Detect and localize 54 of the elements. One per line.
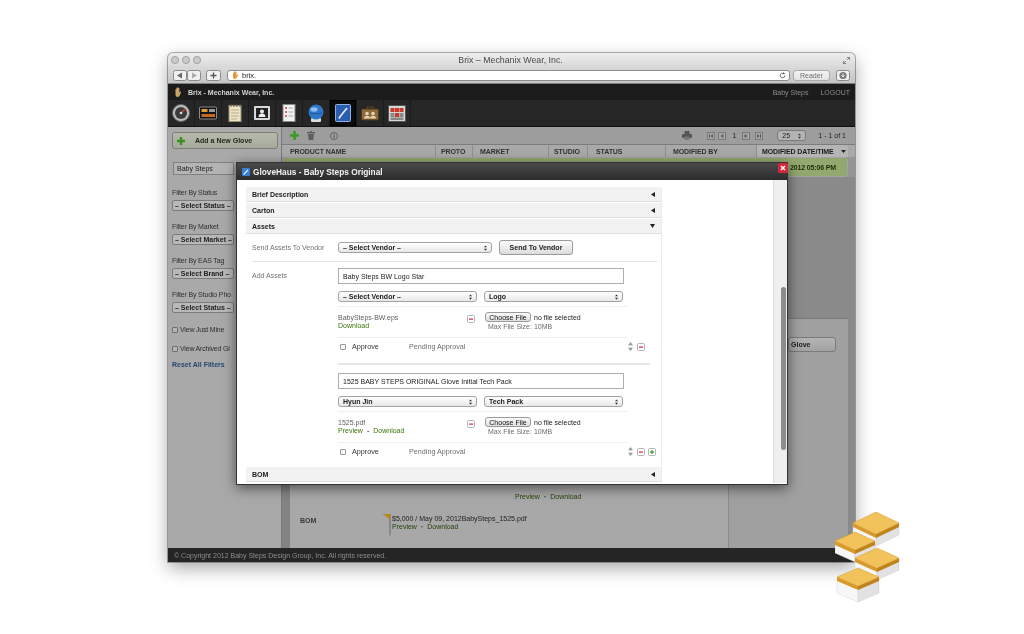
fullscreen-icon[interactable] <box>843 56 850 64</box>
minus-icon[interactable] <box>467 315 475 323</box>
updown-arrows-icon <box>615 293 618 300</box>
briefcase-icon <box>361 104 379 122</box>
window-zoom-icon[interactable] <box>193 56 201 64</box>
updown-arrows-icon <box>484 244 487 251</box>
scrollbar[interactable] <box>773 180 787 483</box>
display-board-icon <box>199 104 217 122</box>
next-page-icon[interactable] <box>742 131 751 140</box>
minus-icon[interactable] <box>637 447 645 456</box>
contact-card-icon <box>253 104 271 122</box>
close-icon[interactable] <box>778 163 788 173</box>
scrollbar-thumb[interactable] <box>781 287 786 450</box>
calendar-icon <box>388 104 406 122</box>
back-icon[interactable] <box>173 69 187 81</box>
reload-icon[interactable] <box>779 71 786 79</box>
minus-icon[interactable] <box>637 342 645 351</box>
first-page-icon[interactable] <box>707 131 716 140</box>
gauge-icon <box>172 104 190 122</box>
updown-arrows-icon <box>469 398 472 405</box>
window-title: Brix – Mechanix Wear, Inc. <box>458 55 563 65</box>
hand-icon <box>232 71 239 79</box>
updown-arrows-icon <box>615 398 618 405</box>
previous-page-icon[interactable] <box>718 131 727 140</box>
sort-arrow-icon <box>841 149 846 153</box>
checklist-icon <box>280 104 298 122</box>
plus-icon[interactable] <box>206 69 221 81</box>
printer-icon[interactable] <box>682 131 693 140</box>
dialog-title: GloveHaus - Baby Steps Original <box>253 166 383 177</box>
updown-arrows-icon[interactable] <box>628 447 633 456</box>
updown-arrows-icon <box>798 132 802 139</box>
pen-square-icon <box>242 167 250 176</box>
flag-icon <box>383 514 391 536</box>
glove-icon <box>174 87 182 97</box>
checkbox[interactable] <box>340 448 346 455</box>
download-icon[interactable] <box>836 69 850 81</box>
forward-icon[interactable] <box>187 69 201 81</box>
notepad-icon <box>226 104 244 122</box>
plus-icon <box>177 136 185 145</box>
nav-tab[interactable] <box>330 100 357 126</box>
checkbox[interactable] <box>172 345 178 352</box>
checkbox[interactable] <box>172 326 178 333</box>
plus-icon[interactable] <box>648 447 656 456</box>
updown-arrows-icon[interactable] <box>628 342 633 351</box>
trash-icon[interactable] <box>307 131 315 140</box>
checkbox[interactable] <box>340 343 346 350</box>
last-page-icon[interactable] <box>755 131 764 140</box>
window-minimize-icon[interactable] <box>182 56 190 64</box>
minus-icon[interactable] <box>467 420 475 428</box>
updown-arrows-icon <box>469 293 472 300</box>
globe-icon <box>307 104 325 122</box>
info-icon[interactable] <box>330 131 338 140</box>
notebook-icon <box>334 104 352 122</box>
window-close-icon[interactable] <box>171 56 179 64</box>
